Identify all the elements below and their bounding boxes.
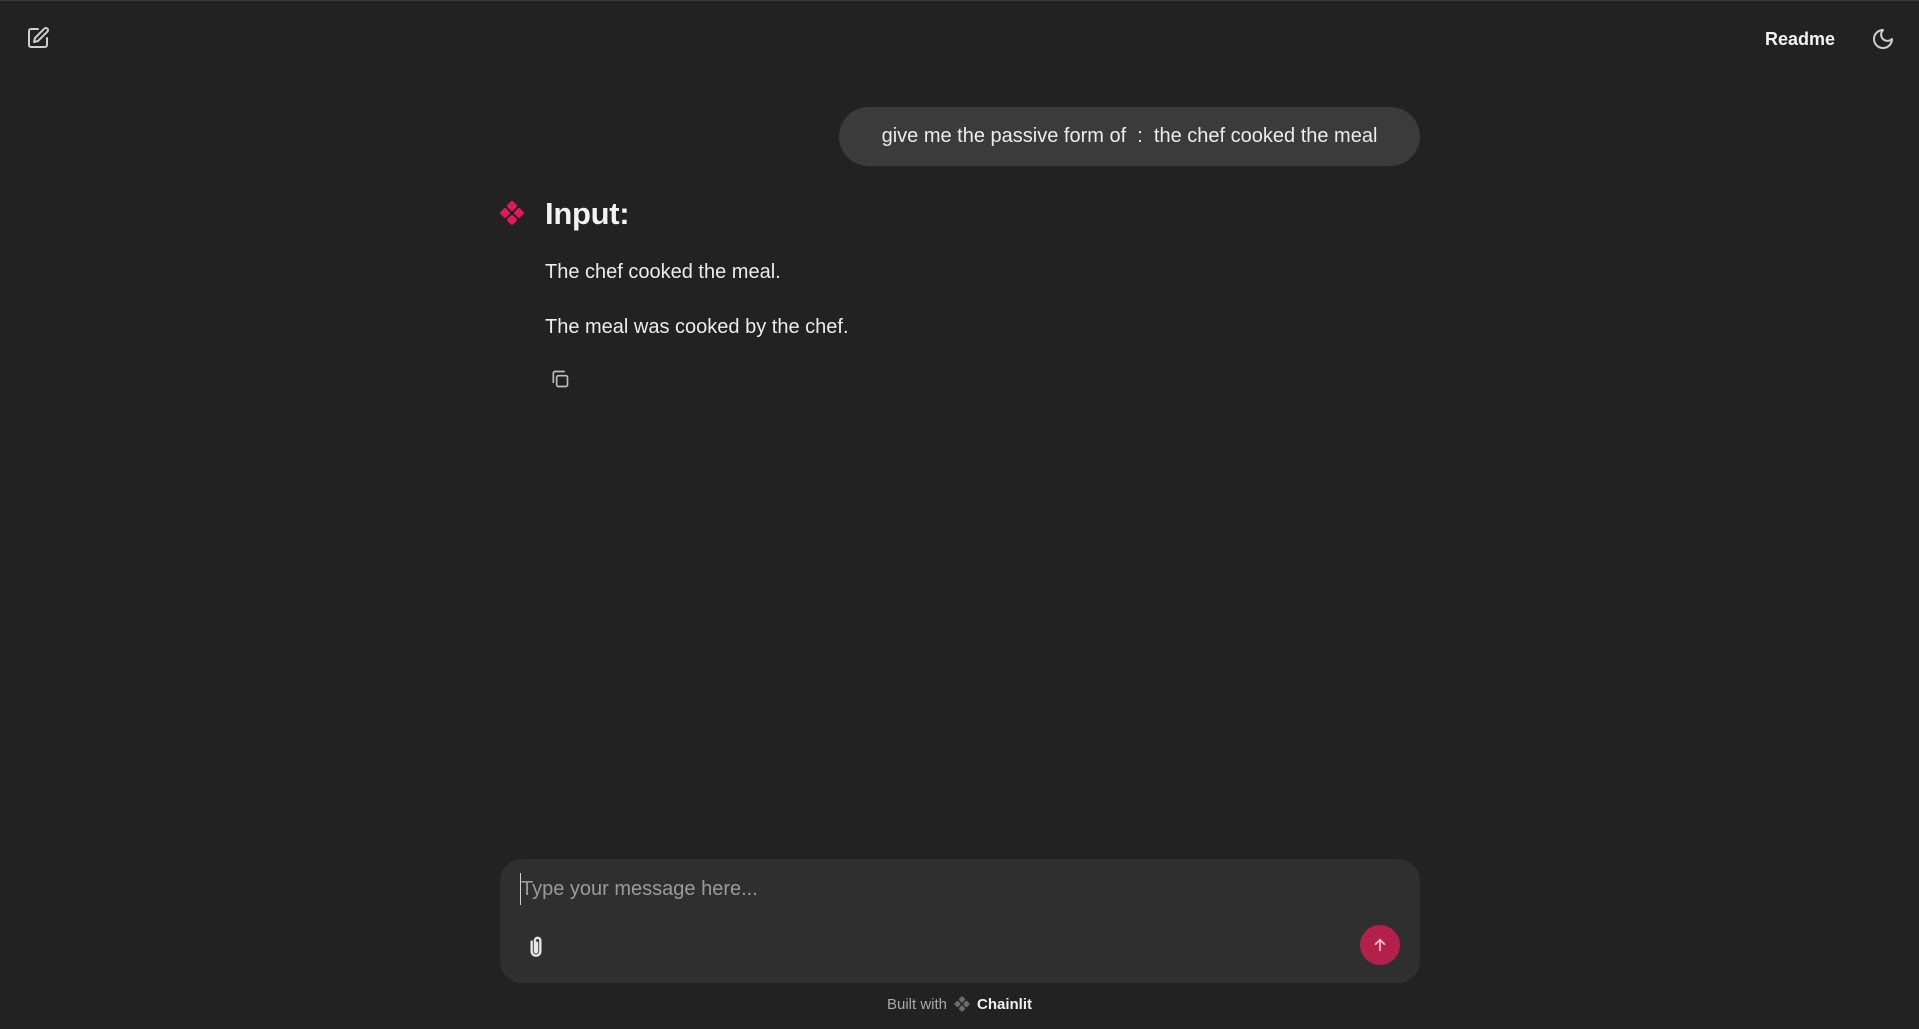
footer-brand-link[interactable]: Chainlit [977,996,1032,1013]
top-border [0,0,1919,1]
theme-toggle-button[interactable] [1868,24,1898,54]
new-chat-button[interactable] [24,24,52,52]
arrow-up-icon [1374,938,1386,952]
copy-button[interactable] [546,365,574,393]
footer: Built with Chainlit [0,992,1919,1016]
attach-file-button[interactable] [520,931,552,963]
assistant-text-passive: The meal was cooked by the chef. [545,316,849,338]
edit-square-icon [28,27,49,48]
send-button[interactable] [1360,925,1400,965]
message-composer [500,859,1420,983]
footer-built-with: Built with [886,995,948,1013]
chainlit-logo-icon [500,201,524,225]
message-input[interactable] [520,873,1380,905]
assistant-text-original: The chef cooked the meal. [545,261,781,283]
copy-icon [552,370,569,388]
readme-button[interactable]: Readme [1752,24,1848,54]
user-message-bubble: give me the passive form of : the chef c… [839,107,1420,166]
user-message-text: give me the passive form of : the chef c… [881,125,1378,147]
assistant-heading: Input: [545,196,630,231]
paperclip-icon [530,936,542,957]
moon-icon [1873,29,1893,49]
chainlit-footer-logo-icon [954,996,970,1012]
